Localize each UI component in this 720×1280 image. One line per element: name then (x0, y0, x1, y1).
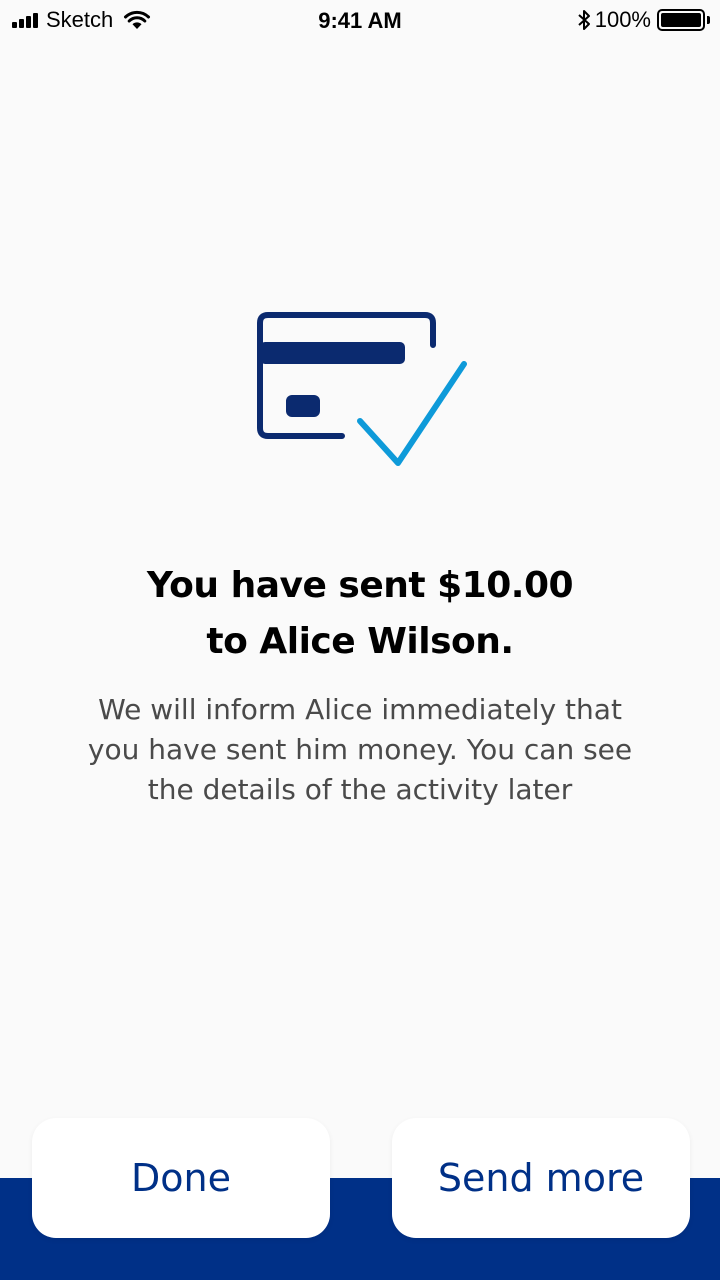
confirmation-message: We will inform Alice immediately that yo… (60, 690, 660, 810)
battery-percent: 100% (594, 7, 651, 32)
status-right: 100% (577, 7, 710, 32)
confirmation-title: You have sent $10.00 to Alice Wilson. (0, 558, 720, 670)
bluetooth-icon (578, 10, 590, 30)
message-line-1: We will inform Alice immediately that (98, 693, 622, 726)
status-bar: Sketch 9:41 AM 100% (0, 0, 720, 40)
message-line-2: you have sent him money. You can see (87, 733, 633, 766)
battery-icon (657, 9, 705, 31)
title-line-1: You have sent $10.00 (146, 565, 574, 606)
done-button[interactable]: Done (32, 1118, 330, 1238)
send-more-button[interactable]: Send more (392, 1118, 690, 1238)
card-check-icon (257, 312, 467, 466)
message-line-3: the details of the activity later (147, 773, 573, 806)
battery-tip (707, 16, 710, 24)
payment-confirmation-screen: Sketch 9:41 AM 100% You have sent $10.00… (0, 0, 720, 1280)
title-line-2: to Alice Wilson. (206, 621, 514, 662)
